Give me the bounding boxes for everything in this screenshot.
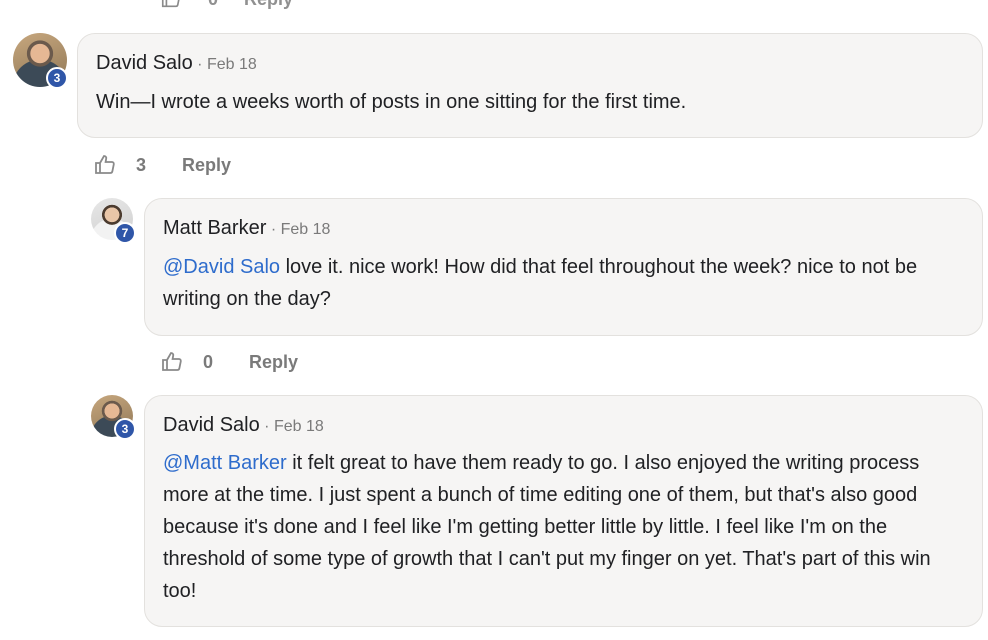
comment-bubble: David Salo · Feb 18 @Matt Barker it felt… (144, 395, 983, 627)
comment-text: @David Salo love it. nice work! How did … (163, 251, 964, 315)
like-button[interactable] (92, 152, 118, 178)
comment-bubble: Matt Barker · Feb 18 @David Salo love it… (144, 198, 983, 336)
comment-header: David Salo · Feb 18 (96, 52, 257, 75)
reply-button[interactable]: Reply (182, 155, 231, 176)
like-count: 0 (203, 351, 214, 372)
comment-actions: 3 Reply (92, 152, 231, 178)
comment-header: Matt Barker · Feb 18 (163, 217, 330, 240)
comment-text: @Matt Barker it felt great to have them … (163, 447, 964, 607)
comment-actions: 0 Reply (159, 349, 298, 375)
like-count: 0 (208, 0, 218, 10)
like-button[interactable] (159, 349, 185, 375)
reply-button[interactable]: Reply (244, 0, 293, 10)
like-count: 3 (136, 154, 147, 175)
comment-bubble: David Salo · Feb 18 Win—I wrote a weeks … (77, 33, 983, 138)
mention-link[interactable]: @David Salo (163, 256, 280, 278)
reply-button[interactable]: Reply (249, 352, 298, 373)
comment-date: · Feb 18 (270, 221, 331, 238)
level-badge: 3 (114, 418, 136, 440)
comment-header: David Salo · Feb 18 (163, 414, 324, 437)
comment-date: · Feb 18 (197, 56, 257, 73)
author-name[interactable]: Matt Barker (163, 217, 266, 239)
thumbs-up-icon[interactable] (160, 0, 182, 10)
thumbs-up-icon (95, 155, 115, 174)
thumbs-up-icon (162, 352, 182, 371)
comment-text: Win—I wrote a weeks worth of posts in on… (96, 86, 964, 118)
author-name[interactable]: David Salo (163, 414, 260, 436)
mention-link[interactable]: @Matt Barker (163, 452, 287, 474)
comment-body: Win—I wrote a weeks worth of posts in on… (96, 91, 687, 113)
comment-body: it felt great to have them ready to go. … (163, 452, 931, 602)
previous-comment-actions: 0 Reply (160, 0, 293, 10)
level-badge: 7 (114, 222, 136, 244)
author-name[interactable]: David Salo (96, 52, 193, 74)
level-badge: 3 (46, 67, 68, 89)
comment-date: · Feb 18 (264, 418, 324, 435)
